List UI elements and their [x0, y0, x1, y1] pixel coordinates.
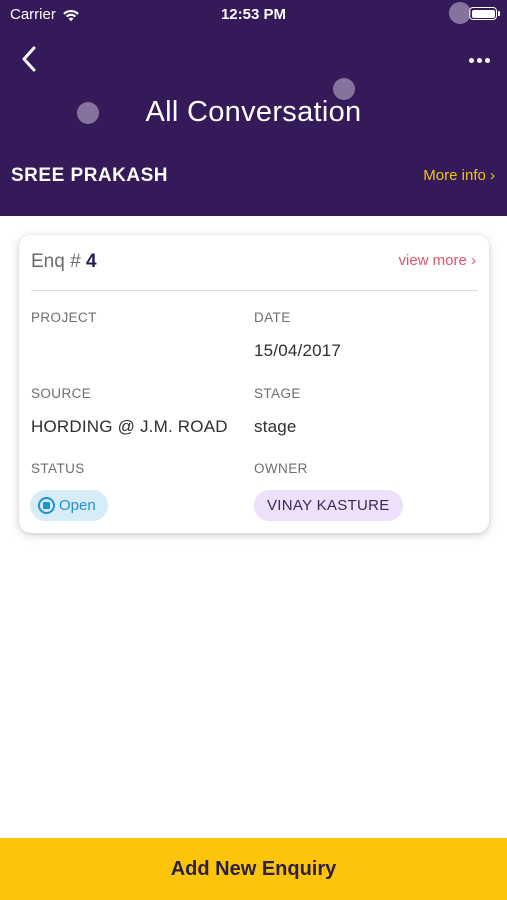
more-info-link[interactable]: More info › [423, 167, 495, 184]
more-horizontal-icon [468, 57, 474, 63]
more-options-button[interactable] [465, 46, 493, 74]
date-label: DATE [254, 310, 291, 325]
enquiry-card[interactable]: Enq # 4 view more › PROJECT DATE 15/04/2… [19, 235, 489, 533]
enquiry-heading: Enq # 4 [31, 251, 97, 273]
owner-badge: VINAY KASTURE [254, 490, 403, 521]
enquiry-prefix: Enq # [31, 251, 86, 272]
status-bar: Carrier 12:53 PM [0, 0, 507, 30]
customer-name: SREE PRAKASH [11, 165, 168, 186]
owner-value: VINAY KASTURE [267, 497, 390, 514]
back-button[interactable] [14, 44, 44, 74]
screen: Carrier 12:53 PM All Conversation SREE P… [0, 0, 507, 900]
chevron-left-icon [22, 46, 36, 72]
project-label: PROJECT [31, 310, 97, 325]
status-value: Open [59, 497, 96, 514]
owner-label: OWNER [254, 461, 308, 476]
status-badge: Open [30, 490, 108, 521]
page-title: All Conversation [145, 96, 362, 128]
source-label: SOURCE [31, 386, 92, 401]
stop-circle-icon [38, 497, 55, 514]
card-divider [31, 290, 478, 291]
status-label: STATUS [31, 461, 85, 476]
source-value: HORDING @ J.M. ROAD [31, 417, 228, 436]
status-time: 12:53 PM [220, 6, 287, 23]
add-new-enquiry-button[interactable]: Add New Enquiry [0, 838, 507, 900]
date-value: 15/04/2017 [254, 341, 342, 360]
view-more-link[interactable]: view more › [398, 252, 476, 269]
stage-label: STAGE [254, 386, 301, 401]
stage-value: stage [254, 417, 297, 436]
battery-icon [469, 7, 500, 20]
header: Carrier 12:53 PM All Conversation SREE P… [0, 0, 507, 216]
touch-indicator [449, 2, 471, 24]
enquiry-number: 4 [85, 251, 97, 272]
